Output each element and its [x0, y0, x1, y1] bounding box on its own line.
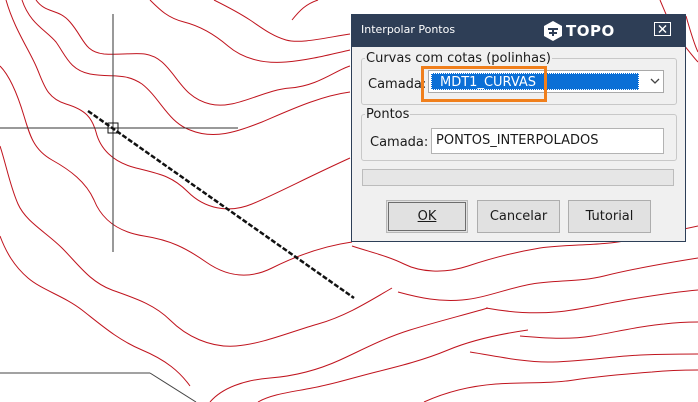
topo-logo: TOPO — [542, 18, 614, 44]
contour-line — [469, 351, 698, 363]
contour-line — [0, 145, 393, 347]
contour-line — [35, 0, 351, 106]
contour-line — [397, 257, 698, 301]
progress-bar — [362, 169, 674, 186]
contour-line — [213, 0, 351, 42]
contour-line — [5, 0, 351, 210]
contour-line — [685, 15, 698, 53]
curves-group-legend: Curvas com cotas (polinhas) — [366, 51, 551, 66]
close-icon — [658, 25, 667, 33]
tutorial-button-label: Tutorial — [585, 209, 634, 224]
points-layer-input[interactable]: PONTOS_INTERPOLADOS — [431, 128, 664, 154]
contour-line — [21, 0, 351, 136]
curves-layer-selected-value: MDT1_CURVAS — [431, 73, 639, 90]
points-group-legend: Pontos — [366, 107, 410, 122]
close-button[interactable] — [654, 22, 671, 36]
points-layer-label: Camada: — [370, 135, 429, 150]
topo-logo-text: TOPO — [566, 22, 615, 40]
ok-button[interactable]: OK — [386, 200, 468, 233]
chevron-down-icon[interactable] — [649, 76, 661, 86]
contour-line — [257, 329, 529, 402]
contour-line — [291, 0, 319, 21]
contour-line — [0, 235, 191, 387]
contour-line — [519, 321, 698, 339]
curves-layer-combobox[interactable]: MDT1_CURVAS — [428, 70, 664, 93]
dialog-titlebar[interactable]: Interpolar Pontos TOPO — [352, 15, 685, 47]
contour-line — [149, 0, 351, 63]
contour-line — [423, 369, 698, 402]
ok-button-label: OK — [417, 209, 437, 224]
contour-line — [485, 289, 698, 314]
topo-logo-icon — [544, 21, 562, 41]
map-frame-edges — [0, 372, 197, 402]
cancel-button[interactable]: Cancelar — [477, 200, 560, 233]
curves-layer-label: Camada: — [368, 77, 427, 92]
tutorial-button[interactable]: Tutorial — [568, 200, 651, 233]
contour-line — [209, 307, 489, 402]
dialog-title: Interpolar Pontos — [361, 23, 456, 36]
cancel-button-label: Cancelar — [489, 209, 548, 224]
